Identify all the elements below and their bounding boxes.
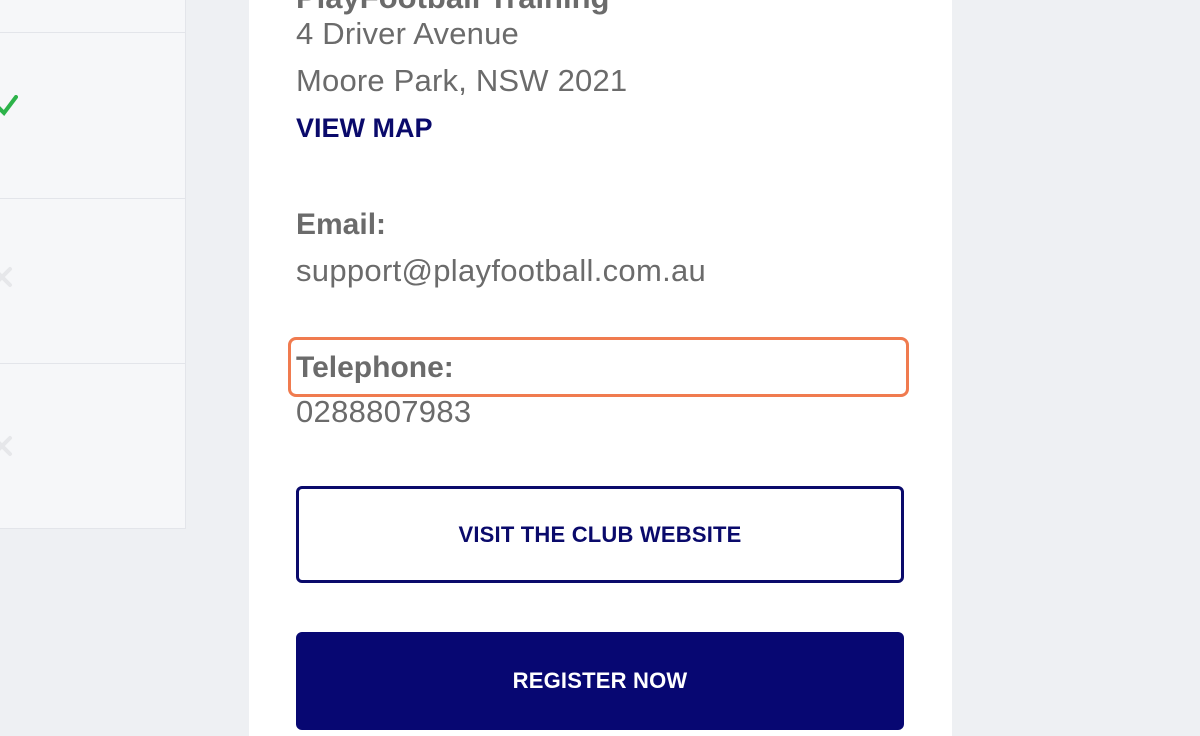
address-line-2: Moore Park, NSW 2021 bbox=[296, 63, 628, 98]
feature-list bbox=[0, 0, 186, 529]
register-now-button[interactable]: REGISTER NOW bbox=[296, 632, 904, 730]
list-item bbox=[0, 364, 185, 528]
list-item bbox=[0, 199, 185, 364]
telephone-highlight bbox=[288, 337, 909, 397]
visit-club-website-button[interactable]: VISIT THE CLUB WEBSITE bbox=[296, 486, 904, 583]
page: PlayFootball Training 4 Driver Avenue Mo… bbox=[0, 0, 1200, 736]
view-map-link[interactable]: VIEW MAP bbox=[296, 113, 433, 144]
check-icon bbox=[0, 95, 18, 117]
list-item bbox=[0, 33, 185, 199]
cross-icon bbox=[0, 267, 12, 287]
email-label: Email: bbox=[296, 208, 387, 241]
list-item bbox=[0, 0, 185, 33]
address-line-1: 4 Driver Avenue bbox=[296, 16, 519, 51]
cross-icon bbox=[0, 436, 12, 456]
telephone-value[interactable]: 0288807983 bbox=[296, 394, 471, 430]
email-value[interactable]: support@playfootball.com.au bbox=[296, 253, 706, 289]
venue-name: PlayFootball Training bbox=[296, 0, 609, 16]
